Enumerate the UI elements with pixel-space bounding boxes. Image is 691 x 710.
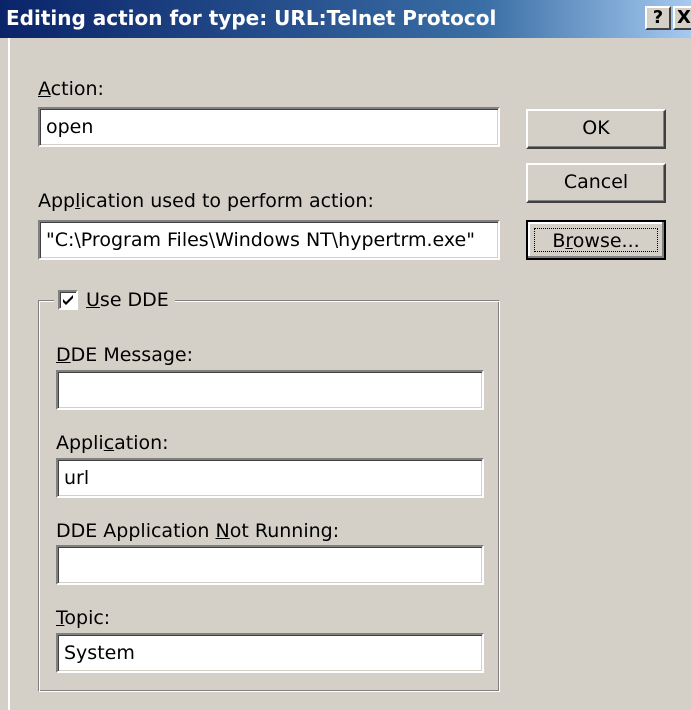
use-dde-label: Use DDE [86, 289, 169, 311]
dde-not-running-label: DDE Application Not Running: [56, 520, 340, 542]
window-title: Editing action for type: URL:Telnet Prot… [6, 6, 497, 30]
cancel-button[interactable]: Cancel [526, 163, 666, 203]
title-bar: Editing action for type: URL:Telnet Prot… [0, 0, 691, 38]
edit-action-dialog: Editing action for type: URL:Telnet Prot… [0, 0, 691, 710]
application-label: Application used to perform action: [38, 190, 374, 212]
action-input[interactable]: open [38, 107, 500, 147]
checkmark-icon [63, 295, 73, 305]
dde-message-input[interactable] [56, 370, 484, 410]
application-input[interactable]: "C:\Program Files\Windows NT\hypertrm.ex… [38, 220, 500, 260]
close-button[interactable]: X [673, 6, 691, 30]
dde-message-label: DDE Message: [56, 344, 193, 366]
topic-label: Topic: [56, 607, 111, 629]
dde-application-label: Application: [56, 432, 169, 454]
browse-button-label: Browse... [534, 228, 658, 252]
close-icon: X [677, 7, 691, 28]
help-icon: ? [652, 7, 664, 28]
dde-application-input[interactable]: url [56, 458, 484, 498]
action-label-rest: ction: [50, 78, 104, 100]
dde-not-running-input[interactable] [56, 545, 484, 585]
use-dde-checkbox[interactable] [58, 290, 78, 310]
action-label: Action: [38, 78, 104, 100]
browse-button[interactable]: Browse... [526, 220, 666, 260]
action-label-accel: A [38, 78, 51, 100]
help-button[interactable]: ? [645, 6, 671, 30]
ok-button[interactable]: OK [526, 109, 666, 149]
topic-input[interactable]: System [56, 633, 484, 673]
use-dde-checkbox-row[interactable]: Use DDE [54, 286, 175, 314]
